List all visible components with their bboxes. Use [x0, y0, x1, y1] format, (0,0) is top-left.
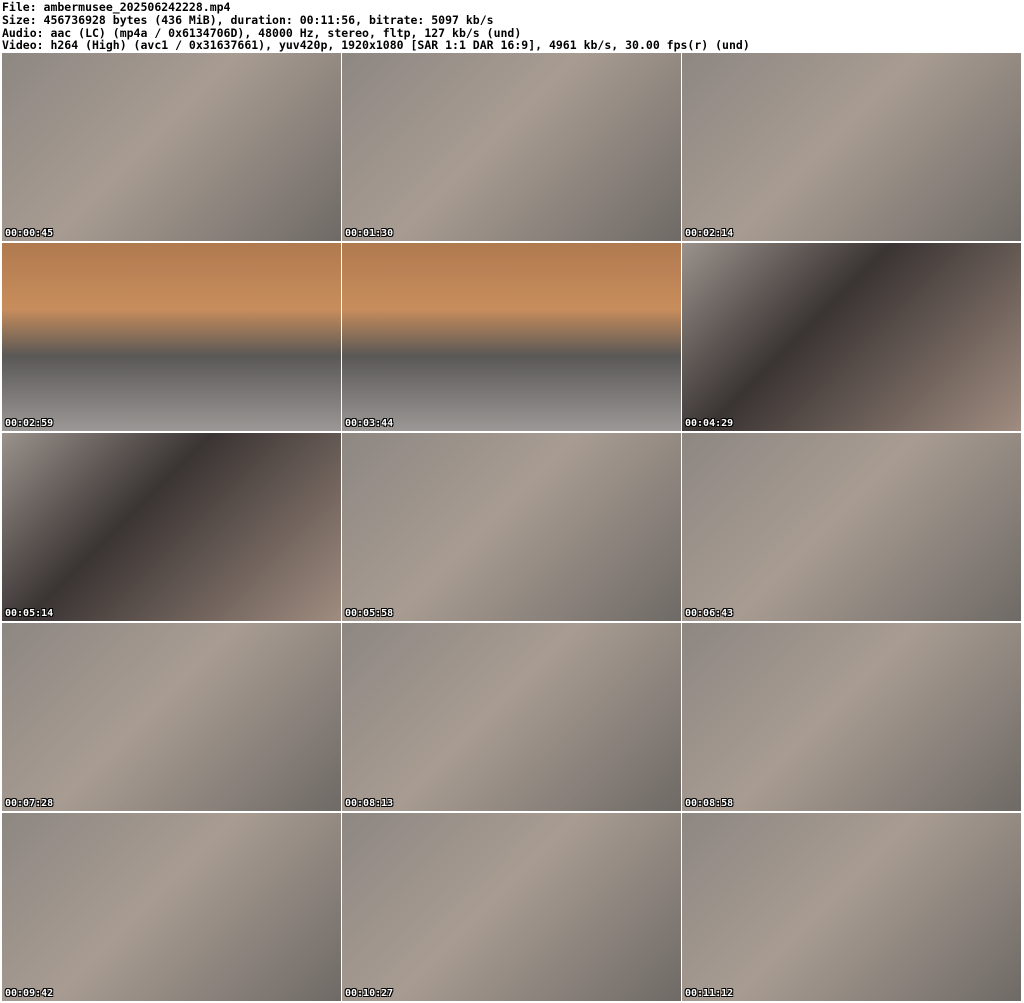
thumbnail-timestamp: 00:02:14 [685, 228, 734, 239]
video-thumbnail: 00:11:12 [682, 813, 1021, 1001]
thumbnail-timestamp: 00:03:44 [345, 418, 394, 429]
thumbnail-timestamp: 00:06:43 [685, 608, 734, 619]
file-name: File: ambermusee_202506242228.mp4 [2, 0, 231, 14]
thumbnail-timestamp: 00:05:58 [345, 608, 394, 619]
thumbnail-timestamp: 00:00:45 [5, 228, 54, 239]
video-thumbnail: 00:05:14 [2, 433, 341, 621]
video-thumbnail: 00:02:14 [682, 53, 1021, 241]
video-info: Video: h264 (High) (avc1 / 0x31637661), … [2, 38, 750, 53]
thumbnail-timestamp: 00:05:14 [5, 608, 54, 619]
video-thumbnail: 00:00:45 [2, 53, 341, 241]
video-thumbnail: 00:04:29 [682, 243, 1021, 431]
video-thumbnail: 00:05:58 [342, 433, 681, 621]
thumbnail-timestamp: 00:01:30 [345, 228, 394, 239]
video-thumbnail: 00:03:44 [342, 243, 681, 431]
video-thumbnail: 00:08:13 [342, 623, 681, 811]
thumbnail-timestamp: 00:11:12 [685, 988, 734, 999]
thumbnail-grid: 00:00:45 00:01:30 00:02:14 00:02:59 00:03:44… [2, 53, 1021, 1001]
thumbnail-timestamp: 00:02:59 [5, 418, 54, 429]
thumbnail-timestamp: 00:08:58 [685, 798, 734, 809]
video-thumbnail: 00:08:58 [682, 623, 1021, 811]
file-info-header: File: ambermusee_202506242228.mp4 Size: 4… [2, 1, 750, 52]
thumbnail-timestamp: 00:08:13 [345, 798, 394, 809]
thumbnail-timestamp: 00:10:27 [345, 988, 394, 999]
video-thumbnail: 00:01:30 [342, 53, 681, 241]
thumbnail-timestamp: 00:07:28 [5, 798, 54, 809]
thumbnail-timestamp: 00:04:29 [685, 418, 734, 429]
video-thumbnail: 00:02:59 [2, 243, 341, 431]
video-thumbnail: 00:10:27 [342, 813, 681, 1001]
video-thumbnail: 00:09:42 [2, 813, 341, 1001]
video-thumbnail: 00:06:43 [682, 433, 1021, 621]
video-thumbnail: 00:07:28 [2, 623, 341, 811]
file-size-info: Size: 456736928 bytes (436 MiB), duratio… [2, 12, 494, 27]
thumbnail-timestamp: 00:09:42 [5, 988, 54, 999]
